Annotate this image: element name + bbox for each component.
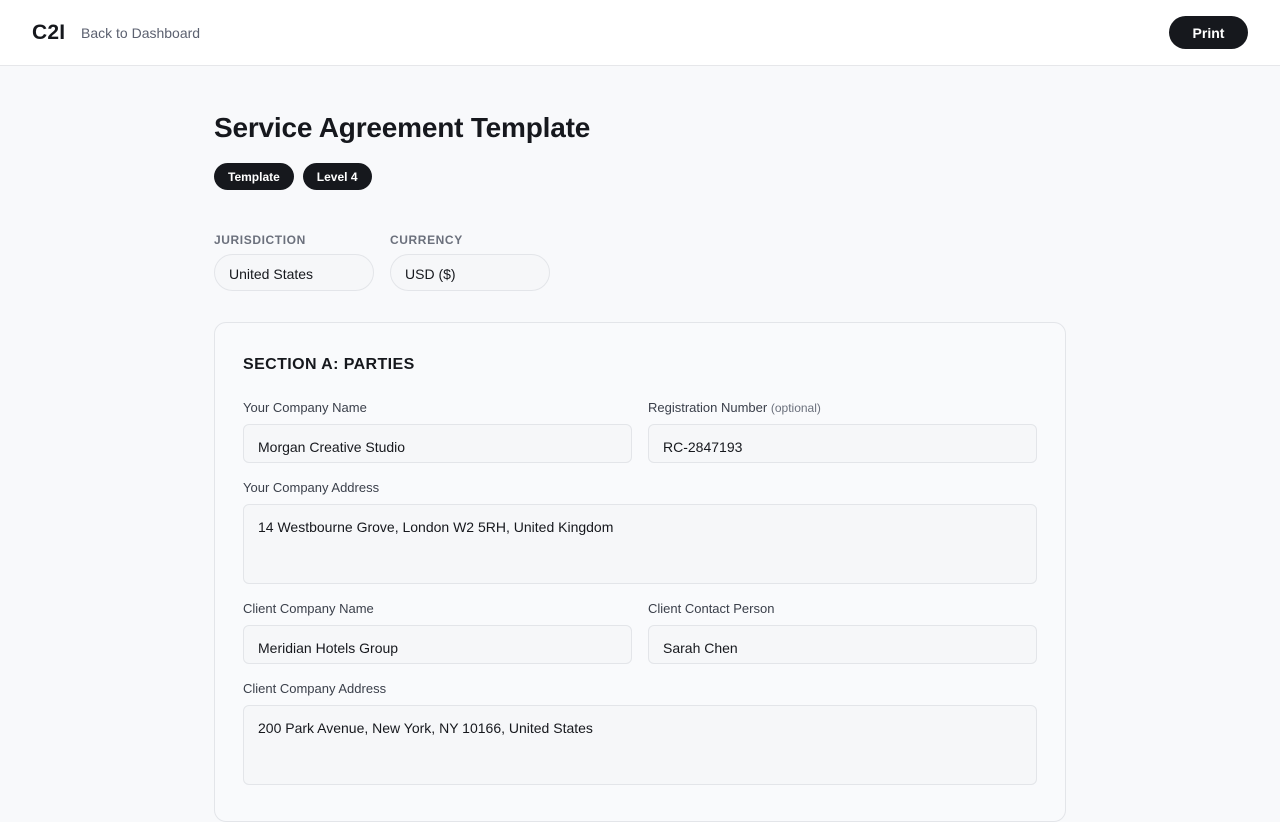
your-company-address-field: Your Company Address 14 Westbourne Grove… [243, 480, 1037, 584]
print-button[interactable]: Print [1169, 16, 1248, 49]
tag-list: Template Level 4 [214, 163, 372, 190]
section-parties-card: SECTION A: PARTIES Your Company Name Mor… [214, 322, 1066, 822]
client-company-name-input[interactable]: Meridian Hotels Group [243, 625, 632, 664]
your-company-address-textarea[interactable]: 14 Westbourne Grove, London W2 5RH, Unit… [243, 504, 1037, 584]
client-company-name-label: Client Company Name [243, 601, 374, 616]
section-title: SECTION A: PARTIES [243, 356, 415, 373]
registration-number-field: Registration Number (optional) RC-284719… [648, 400, 1037, 463]
jurisdiction-select[interactable]: United States [214, 254, 374, 291]
client-company-name-field: Client Company Name Meridian Hotels Grou… [243, 601, 632, 664]
jurisdiction-label: JURISDICTION [214, 233, 306, 247]
tag-level: Level 4 [302, 163, 372, 190]
currency-select[interactable]: USD ($) [390, 254, 550, 291]
back-to-dashboard-link[interactable]: Back to Dashboard [81, 25, 200, 41]
your-company-name-field: Your Company Name Morgan Creative Studio [243, 400, 632, 463]
client-company-address-field: Client Company Address 200 Park Avenue, … [243, 681, 1037, 785]
your-company-address-label: Your Company Address [243, 480, 380, 495]
currency-label: CURRENCY [390, 233, 463, 247]
client-company-address-label: Client Company Address [243, 681, 387, 696]
client-contact-person-field: Client Contact Person Sarah Chen [648, 601, 1037, 664]
registration-number-label: Registration Number (optional) [648, 400, 821, 416]
optional-hint: (optional) [770, 401, 821, 415]
your-company-name-label: Your Company Name [243, 400, 367, 415]
top-bar: C2I Back to Dashboard Print [0, 0, 1280, 66]
logo: C2I [32, 21, 66, 44]
tag-template: Template [214, 163, 294, 190]
client-contact-person-label: Client Contact Person [648, 601, 775, 616]
registration-number-input[interactable]: RC-2847193 [648, 424, 1037, 463]
client-company-address-textarea[interactable]: 200 Park Avenue, New York, NY 10166, Uni… [243, 705, 1037, 785]
client-contact-person-input[interactable]: Sarah Chen [648, 625, 1037, 664]
currency-field: CURRENCY USD ($) [390, 233, 550, 291]
your-company-name-input[interactable]: Morgan Creative Studio [243, 424, 632, 463]
jurisdiction-field: JURISDICTION United States [214, 233, 374, 291]
page-title: Service Agreement Template [214, 112, 591, 143]
registration-number-label-text: Registration Number [648, 400, 768, 415]
